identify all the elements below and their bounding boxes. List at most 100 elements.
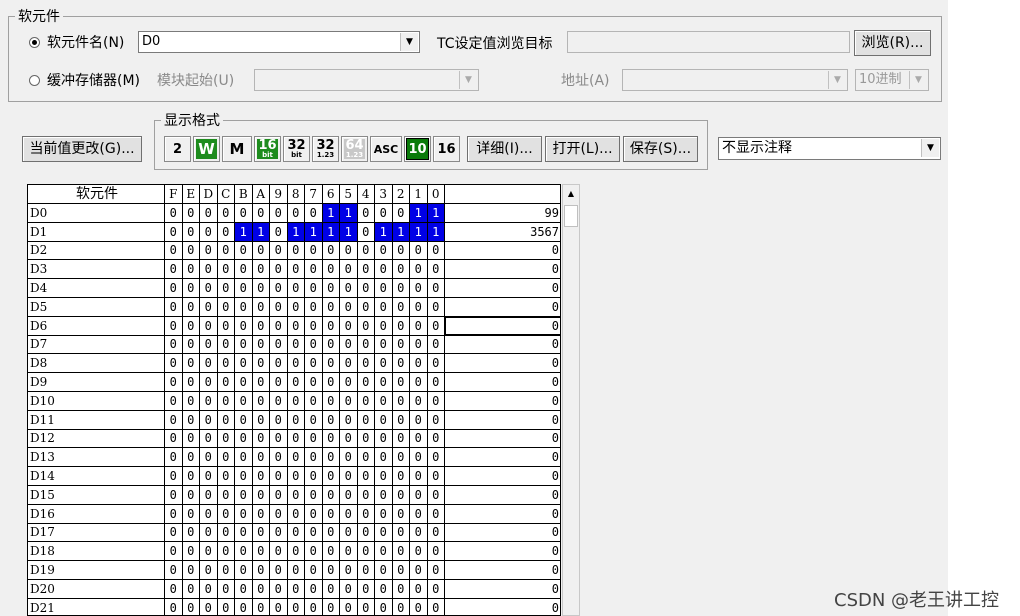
bit-cell[interactable]: 0 — [340, 279, 358, 298]
comment-display-select[interactable]: 不显示注释 ▼ — [718, 137, 941, 160]
chevron-down-icon[interactable]: ▼ — [921, 139, 939, 157]
bit-cell[interactable]: 0 — [217, 504, 235, 524]
value-cell[interactable]: 0 — [445, 411, 560, 430]
value-cell[interactable]: 0 — [445, 392, 560, 411]
bit-cell[interactable]: 0 — [235, 579, 253, 599]
save-button[interactable]: 保存(S)... — [623, 136, 698, 162]
bit-cell[interactable]: 0 — [235, 504, 253, 524]
bit-cell[interactable]: 0 — [252, 335, 270, 355]
bit-cell[interactable]: 0 — [410, 316, 428, 336]
bit-cell[interactable]: 0 — [393, 598, 410, 615]
bit-cell[interactable]: 0 — [165, 260, 183, 280]
bit-cell[interactable]: 0 — [410, 485, 428, 505]
table-row[interactable]: D5 0 0 0 0 0 0 0 0 0 0 0 0 0 0 0 0 0 — [28, 297, 560, 317]
bit-cell[interactable]: 0 — [287, 279, 305, 298]
bit-cell[interactable]: 0 — [410, 448, 428, 468]
bit-cell[interactable]: 0 — [392, 579, 410, 599]
bit-cell[interactable]: 0 — [392, 354, 410, 374]
bit-cell[interactable]: 0 — [357, 279, 375, 298]
bit-cell[interactable]: 0 — [165, 241, 183, 261]
bit-cell[interactable]: 0 — [305, 260, 323, 280]
bit-cell[interactable]: 0 — [235, 279, 253, 298]
bit-cell[interactable]: 0 — [427, 579, 445, 599]
table-row[interactable]: D13 0 0 0 0 0 0 0 0 0 0 0 0 0 0 0 0 0 — [28, 448, 560, 468]
value-cell[interactable]: 0 — [445, 354, 560, 374]
bit-cell[interactable]: 0 — [375, 373, 393, 392]
bit-cell[interactable]: 0 — [410, 391, 428, 411]
bit-cell[interactable]: 0 — [340, 297, 358, 317]
bit-cell[interactable]: 0 — [340, 523, 358, 543]
bit-cell[interactable]: 0 — [375, 598, 393, 615]
bit-cell[interactable]: 1 — [375, 222, 393, 242]
bit-cell[interactable]: 0 — [410, 523, 428, 543]
bit-cell[interactable]: 0 — [410, 297, 428, 317]
bit-cell[interactable]: 0 — [322, 410, 340, 430]
bit-cell[interactable]: 0 — [427, 485, 445, 505]
bit-cell[interactable]: 0 — [375, 561, 393, 580]
buffer-memory-radio-label[interactable]: 缓冲存储器(M) — [47, 72, 140, 90]
device-value-table[interactable]: 软元件 F E D C B A 9 8 7 6 5 4 3 2 1 0 D0 0 0 0 0 0 0 0 0 0 1 1 0 0 0 1 1 99 D… — [27, 184, 561, 616]
bit-cell[interactable]: 0 — [323, 598, 340, 615]
bit-cell[interactable]: 0 — [287, 579, 305, 599]
bit-cell[interactable]: 0 — [200, 241, 218, 261]
bit-cell[interactable]: 0 — [252, 429, 270, 449]
bit-cell[interactable]: 0 — [428, 598, 445, 615]
bit-cell[interactable]: 0 — [322, 373, 340, 392]
bit-cell[interactable]: 0 — [270, 373, 288, 392]
bit-cell[interactable]: 0 — [200, 203, 218, 223]
bit-cell[interactable]: 0 — [182, 241, 200, 261]
bit-cell[interactable]: 0 — [340, 354, 358, 374]
bit-cell[interactable]: 0 — [165, 222, 183, 242]
open-button[interactable]: 打开(L)... — [545, 136, 620, 162]
bit-cell[interactable]: 0 — [252, 391, 270, 411]
bit-cell[interactable]: 0 — [357, 467, 375, 486]
bit-cell[interactable]: 0 — [340, 335, 358, 355]
bit-cell[interactable]: 0 — [182, 504, 200, 524]
bit-cell[interactable]: 0 — [235, 354, 253, 374]
bit-cell[interactable]: 0 — [165, 561, 183, 580]
table-row[interactable]: D8 0 0 0 0 0 0 0 0 0 0 0 0 0 0 0 0 0 — [28, 354, 560, 374]
table-row[interactable]: D3 0 0 0 0 0 0 0 0 0 0 0 0 0 0 0 0 0 — [28, 260, 560, 280]
bit-cell[interactable]: 0 — [322, 467, 340, 486]
table-row[interactable]: D15 0 0 0 0 0 0 0 0 0 0 0 0 0 0 0 0 0 — [28, 485, 560, 505]
bit-cell[interactable]: 0 — [305, 335, 323, 355]
bit-cell[interactable]: 0 — [218, 598, 235, 615]
bit-cell[interactable]: 0 — [217, 561, 235, 580]
bit-cell[interactable]: 0 — [392, 203, 410, 223]
bit-cell[interactable]: 0 — [287, 542, 305, 562]
bit-cell[interactable]: 0 — [375, 391, 393, 411]
bit-cell[interactable]: 0 — [427, 241, 445, 261]
bit-cell[interactable]: 0 — [410, 598, 428, 615]
bit-cell[interactable]: 0 — [200, 598, 218, 615]
bit-cell[interactable]: 0 — [357, 504, 375, 524]
format-ascii-button[interactable]: ASC — [370, 136, 402, 162]
bit-cell[interactable]: 0 — [357, 373, 375, 392]
bit-cell[interactable]: 0 — [357, 485, 375, 505]
bit-cell[interactable]: 0 — [182, 260, 200, 280]
bit-cell[interactable]: 0 — [287, 448, 305, 468]
bit-cell[interactable]: 0 — [427, 429, 445, 449]
bit-cell[interactable]: 0 — [410, 241, 428, 261]
device-name-radio-label[interactable]: 软元件名(N) — [47, 34, 124, 52]
bit-cell[interactable]: 0 — [427, 467, 445, 486]
bit-cell[interactable]: 0 — [182, 410, 200, 430]
bit-cell[interactable]: 0 — [305, 429, 323, 449]
bit-cell[interactable]: 0 — [392, 241, 410, 261]
bit-cell[interactable]: 0 — [322, 354, 340, 374]
scrollbar-thumb[interactable] — [564, 205, 578, 227]
bit-cell[interactable]: 0 — [252, 260, 270, 280]
value-cell[interactable]: 0 — [445, 467, 560, 486]
value-cell[interactable]: 0 — [445, 335, 560, 355]
bit-cell[interactable]: 0 — [235, 373, 253, 392]
format-binary-button[interactable]: 2 — [164, 136, 191, 162]
bit-cell[interactable]: 0 — [375, 203, 393, 223]
bit-cell[interactable]: 0 — [217, 222, 235, 242]
browse-button[interactable]: 浏览(R)... — [854, 30, 931, 56]
bit-cell[interactable]: 0 — [357, 542, 375, 562]
bit-cell[interactable]: 0 — [235, 203, 253, 223]
bit-cell[interactable]: 0 — [235, 467, 253, 486]
bit-cell[interactable]: 0 — [305, 373, 323, 392]
bit-cell[interactable]: 0 — [305, 542, 323, 562]
bit-cell[interactable]: 0 — [235, 523, 253, 543]
bit-cell[interactable]: 0 — [340, 598, 358, 615]
